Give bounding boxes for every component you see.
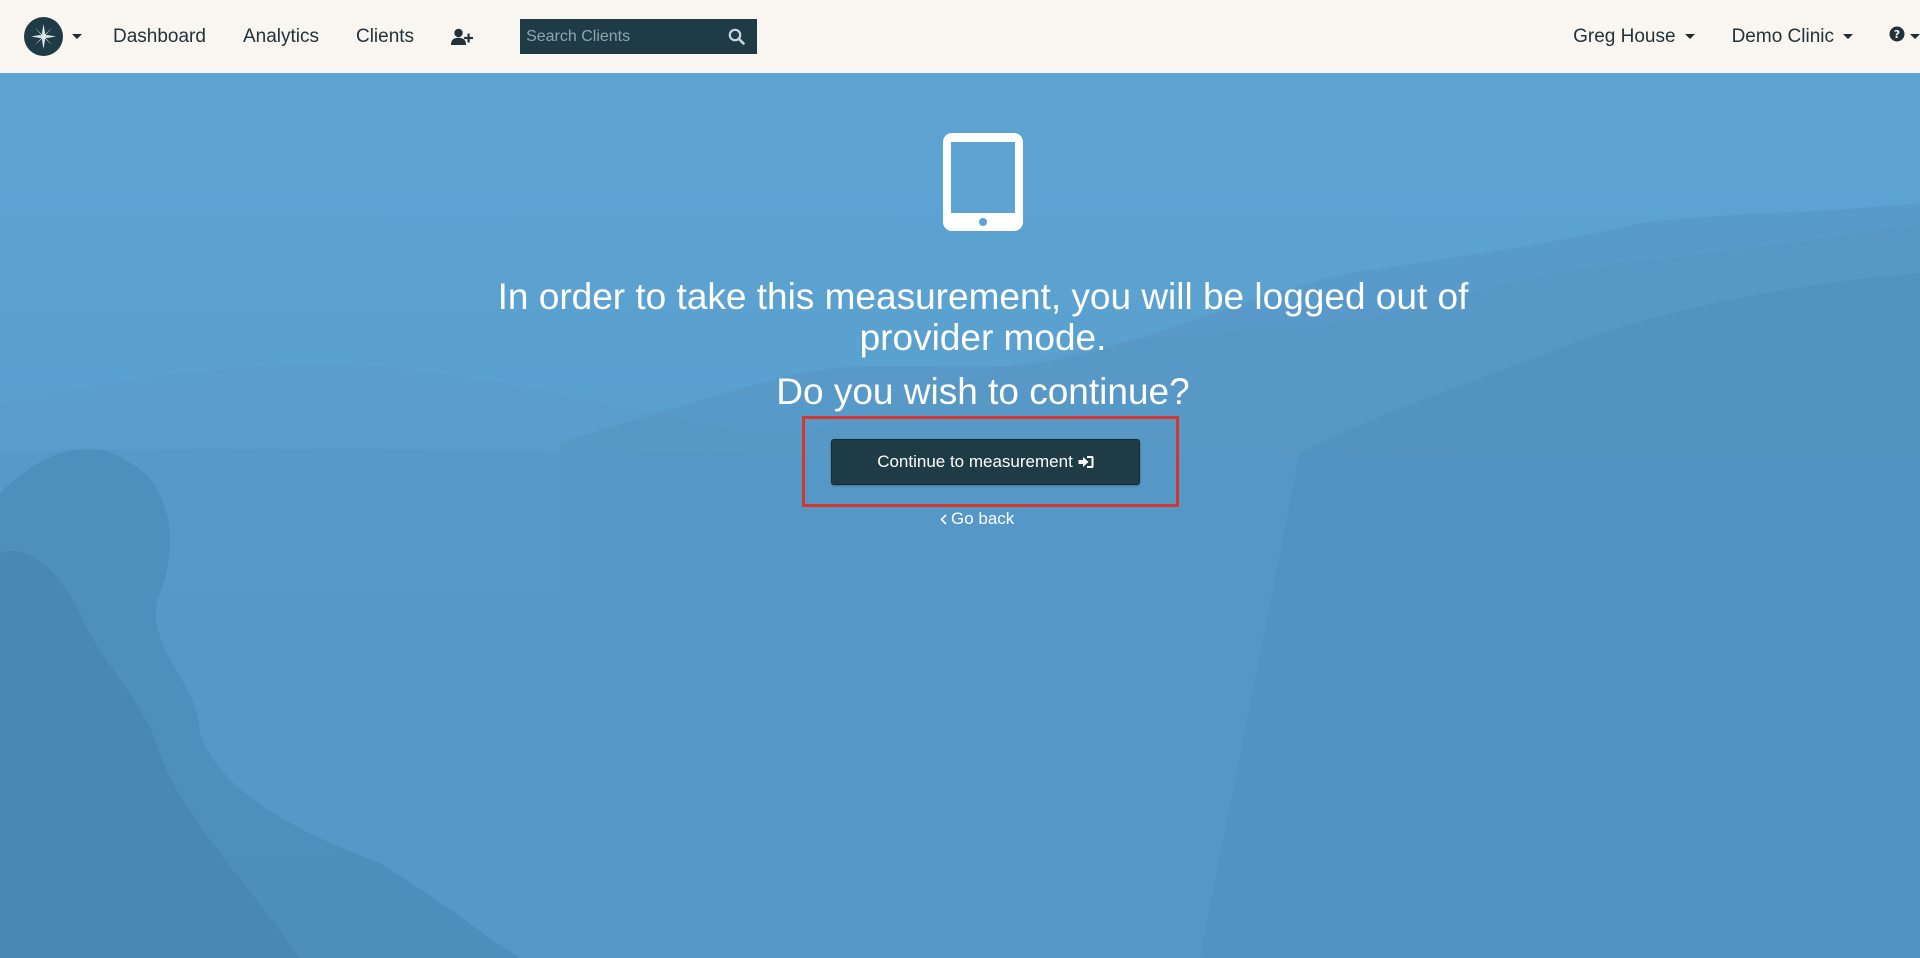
tablet-icon [943,133,1023,236]
clinic-menu-label: Demo Clinic [1731,25,1834,47]
search-icon[interactable] [728,28,745,45]
search-input[interactable] [520,19,721,54]
clinic-menu[interactable]: Demo Clinic [1732,26,1853,48]
nav-dashboard[interactable]: Dashboard [113,26,206,48]
chevron-down-icon [1910,34,1920,39]
chevron-down-icon [72,34,82,39]
go-back-link[interactable]: Go back [940,509,1014,529]
user-plus-icon[interactable] [451,26,475,48]
brand-menu[interactable] [24,17,82,56]
svg-text:?: ? [1894,28,1900,41]
chevron-left-icon [940,513,947,525]
user-menu[interactable]: Greg House [1573,25,1695,48]
chevron-down-icon [1684,33,1695,39]
question-circle-icon: ? [1889,26,1905,47]
go-back-label: Go back [951,509,1015,528]
chevron-down-icon [1843,33,1853,39]
top-navbar: Dashboard Analytics Clients Greg House D… [0,0,1920,73]
nav-right: Greg House Demo Clinic ? [1573,0,1920,73]
hero-section: In order to take this measurement, you w… [0,73,1920,958]
continue-button-label: Continue to measurement [877,452,1073,471]
continue-question: Do you wish to continue? [776,371,1190,412]
sign-in-icon [1078,455,1094,469]
help-menu[interactable]: ? [1889,26,1920,47]
nav-clients[interactable]: Clients [356,26,414,48]
starburst-logo-icon [24,17,63,56]
logout-warning-message: In order to take this measurement, you w… [497,276,1469,358]
user-menu-label: Greg House [1573,25,1676,47]
search-box [520,19,758,54]
nav-analytics[interactable]: Analytics [243,26,319,48]
continue-to-measurement-button[interactable]: Continue to measurement [831,439,1140,485]
